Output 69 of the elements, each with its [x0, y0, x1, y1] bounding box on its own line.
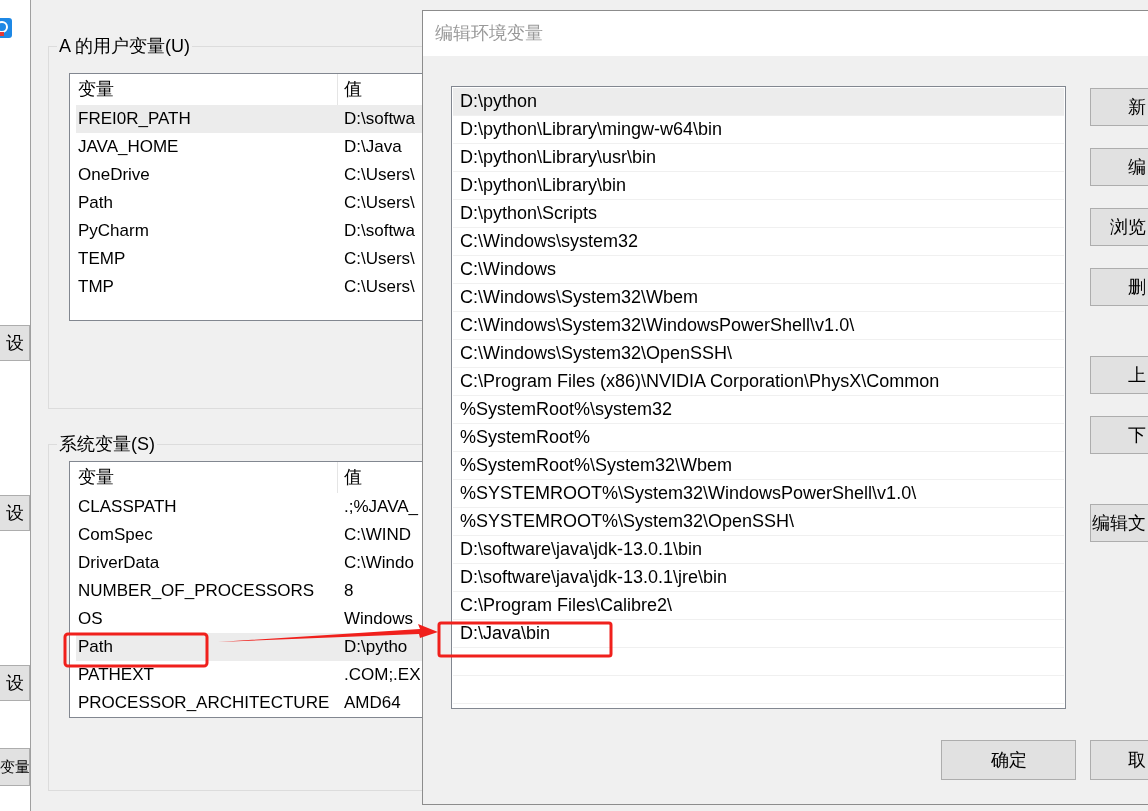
cancel-button[interactable]: 取 — [1090, 740, 1148, 780]
path-entry[interactable]: %SYSTEMROOT%\System32\OpenSSH\ — [453, 508, 1064, 536]
search-icon[interactable] — [0, 18, 12, 38]
variable-name: OneDrive — [78, 165, 150, 184]
column-header[interactable]: 值 — [338, 74, 362, 105]
path-entry[interactable]: D:\python\Library\usr\bin — [453, 144, 1064, 172]
variable-value: D:\softwa — [343, 108, 415, 130]
path-entry[interactable]: C:\Program Files\Calibre2\ — [453, 592, 1064, 620]
side-button[interactable]: 上 — [1090, 356, 1148, 394]
path-entry[interactable]: %SystemRoot%\system32 — [453, 396, 1064, 424]
side-button[interactable]: 浏览 — [1090, 208, 1148, 246]
column-header[interactable]: 值 — [338, 462, 362, 493]
path-entry[interactable]: C:\Windows\system32 — [453, 228, 1064, 256]
path-entry[interactable]: D:\software\java\jdk-13.0.1\bin — [453, 536, 1064, 564]
variable-name: NUMBER_OF_PROCESSORS — [78, 581, 315, 600]
variable-name: TEMP — [78, 249, 126, 268]
variable-value: C:\Users\ — [343, 192, 415, 214]
variable-value: C:\Windo — [343, 552, 414, 574]
path-entry[interactable]: C:\Windows\System32\Wbem — [453, 284, 1064, 312]
variable-name: Path — [78, 637, 113, 656]
variable-name: TMP — [78, 277, 114, 296]
variable-name: JAVA_HOME — [78, 137, 179, 156]
path-entry[interactable]: D:\python\Library\mingw-w64\bin — [453, 116, 1064, 144]
variable-value: .COM;.EX — [343, 664, 421, 686]
side-button[interactable]: 编 — [1090, 148, 1148, 186]
settings-button[interactable]: 设 — [0, 325, 30, 361]
variable-name: ComSpec — [78, 525, 153, 544]
path-entry[interactable]: C:\Windows\System32\OpenSSH\ — [453, 340, 1064, 368]
variable-value: C:\Users\ — [343, 276, 415, 298]
variable-value: C:\Users\ — [343, 248, 415, 270]
path-entry[interactable]: %SystemRoot% — [453, 424, 1064, 452]
settings-button[interactable]: 设 — [0, 665, 30, 701]
variable-name: FREI0R_PATH — [78, 109, 191, 128]
group-title: A 的用户变量(U) — [57, 34, 192, 58]
variable-name: CLASSPATH — [78, 497, 177, 516]
variable-name: OS — [78, 609, 103, 628]
side-button[interactable]: 新 — [1090, 88, 1148, 126]
path-entry[interactable]: D:\software\java\jdk-13.0.1\jre\bin — [453, 564, 1064, 592]
path-entry[interactable]: %SYSTEMROOT%\System32\WindowsPowerShell\v1.0\ — [453, 480, 1064, 508]
column-header[interactable]: 变量 — [70, 462, 338, 493]
variable-value: C:\WIND — [343, 524, 412, 546]
variable-value: C:\Users\ — [343, 164, 415, 186]
side-button[interactable]: 编辑文 — [1090, 504, 1148, 542]
variable-value: AMD64 — [343, 692, 401, 714]
variable-value: D:\softwa — [343, 220, 415, 242]
variable-value: D:\pytho — [343, 636, 408, 658]
side-button[interactable]: 下 — [1090, 416, 1148, 454]
path-entry[interactable]: C:\Program Files (x86)\NVIDIA Corporation\PhysX\Common — [453, 368, 1064, 396]
path-entry[interactable]: D:\python — [453, 88, 1064, 116]
settings-button[interactable]: 设 — [0, 495, 30, 531]
variable-value: .;%JAVA_ — [343, 496, 418, 518]
variable-name: Path — [78, 193, 113, 212]
window-title: 编辑环境变量 — [435, 23, 543, 43]
variable-name: PROCESSOR_ARCHITECTURE — [78, 693, 330, 712]
path-entry[interactable]: D:\python\Library\bin — [453, 172, 1064, 200]
path-entry[interactable]: C:\Windows — [453, 256, 1064, 284]
path-entry[interactable]: D:\python\Scripts — [453, 200, 1064, 228]
variable-value: Windows — [343, 608, 413, 630]
variable-value: 8 — [343, 580, 354, 602]
ok-button[interactable]: 确定 — [941, 740, 1076, 780]
variable-value: D:\Java — [343, 136, 402, 158]
path-entry[interactable]: %SystemRoot%\System32\Wbem — [453, 452, 1064, 480]
variable-name: DriverData — [78, 553, 160, 572]
side-button[interactable]: 删 — [1090, 268, 1148, 306]
variable-name: PyCharm — [78, 221, 149, 240]
variables-button[interactable]: 变量 — [0, 748, 30, 786]
group-title: 系统变量(S) — [57, 432, 157, 456]
path-entry[interactable]: C:\Windows\System32\WindowsPowerShell\v1.0\ — [453, 312, 1064, 340]
variable-name: PATHEXT — [78, 665, 154, 684]
